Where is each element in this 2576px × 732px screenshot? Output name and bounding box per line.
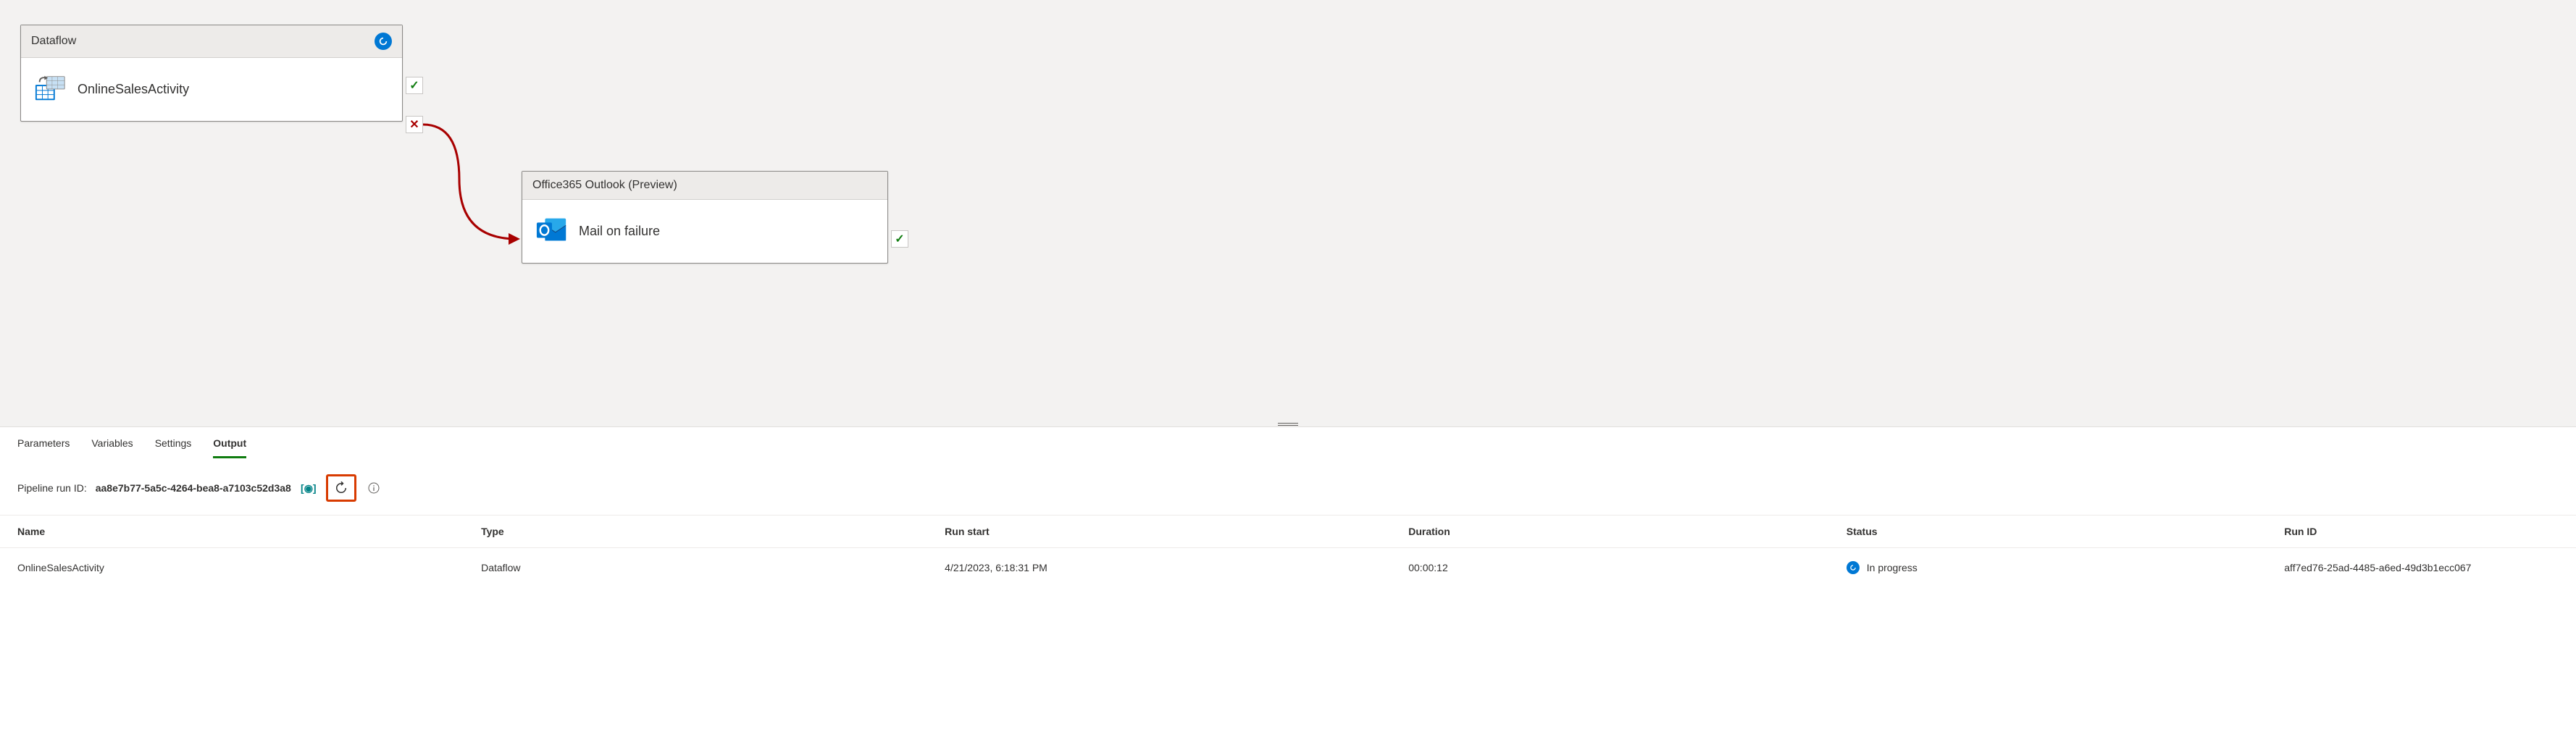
activity-header: Office365 Outlook (Preview): [522, 172, 887, 200]
activity-dataflow[interactable]: Dataflow: [20, 25, 403, 122]
failure-port[interactable]: ✕: [406, 116, 423, 133]
cell-duration: 00:00:12: [1391, 548, 1829, 588]
col-duration[interactable]: Duration: [1391, 516, 1829, 548]
output-tabs: Parameters Variables Settings Output: [0, 427, 2576, 458]
activity-title: Mail on failure: [579, 224, 660, 239]
dataflow-icon: [34, 72, 67, 106]
run-id-label: Pipeline run ID:: [17, 482, 87, 494]
cell-status: In progress: [1867, 562, 1918, 573]
tab-output[interactable]: Output: [213, 437, 246, 458]
refresh-button[interactable]: [326, 474, 356, 502]
col-name[interactable]: Name: [0, 516, 464, 548]
progress-spinner-icon: [1847, 561, 1860, 574]
run-info-bar: Pipeline run ID: aa8e7b77-5a5c-4264-bea8…: [0, 458, 2576, 516]
connector-arrow: [423, 122, 524, 245]
col-runid[interactable]: Run ID: [2267, 516, 2576, 548]
tab-parameters[interactable]: Parameters: [17, 437, 70, 458]
outlook-icon: [535, 214, 569, 248]
activity-type-label: Office365 Outlook (Preview): [532, 179, 677, 192]
pane-resize-handle[interactable]: [1278, 423, 1298, 427]
cell-runid: aff7ed76-25ad-4485-a6ed-49d3b1ecc067: [2267, 548, 2576, 588]
pipeline-canvas[interactable]: Dataflow: [0, 0, 2576, 427]
cell-runstart: 4/21/2023, 6:18:31 PM: [927, 548, 1391, 588]
activity-type-label: Dataflow: [31, 35, 76, 48]
tab-settings[interactable]: Settings: [155, 437, 192, 458]
success-port[interactable]: ✓: [406, 77, 423, 94]
col-status[interactable]: Status: [1829, 516, 2267, 548]
table-row[interactable]: OnlineSalesActivity Dataflow 4/21/2023, …: [0, 548, 2576, 588]
info-icon[interactable]: [365, 479, 382, 497]
glasses-icon[interactable]: [◉]: [300, 479, 317, 497]
run-id-value: aa8e7b77-5a5c-4264-bea8-a7103c52d3a8: [96, 482, 291, 494]
activity-runs-table: Name Type Run start Duration Status Run …: [0, 516, 2576, 587]
activity-outlook[interactable]: Office365 Outlook (Preview) Mail on fail…: [522, 171, 888, 264]
cell-type: Dataflow: [464, 548, 927, 588]
col-runstart[interactable]: Run start: [927, 516, 1391, 548]
activity-title: OnlineSalesActivity: [78, 82, 189, 97]
spinner-icon: [375, 33, 392, 50]
activity-header: Dataflow: [21, 25, 402, 58]
col-type[interactable]: Type: [464, 516, 927, 548]
cell-name: OnlineSalesActivity: [0, 548, 464, 588]
tab-variables[interactable]: Variables: [91, 437, 133, 458]
success-port[interactable]: ✓: [891, 230, 908, 248]
